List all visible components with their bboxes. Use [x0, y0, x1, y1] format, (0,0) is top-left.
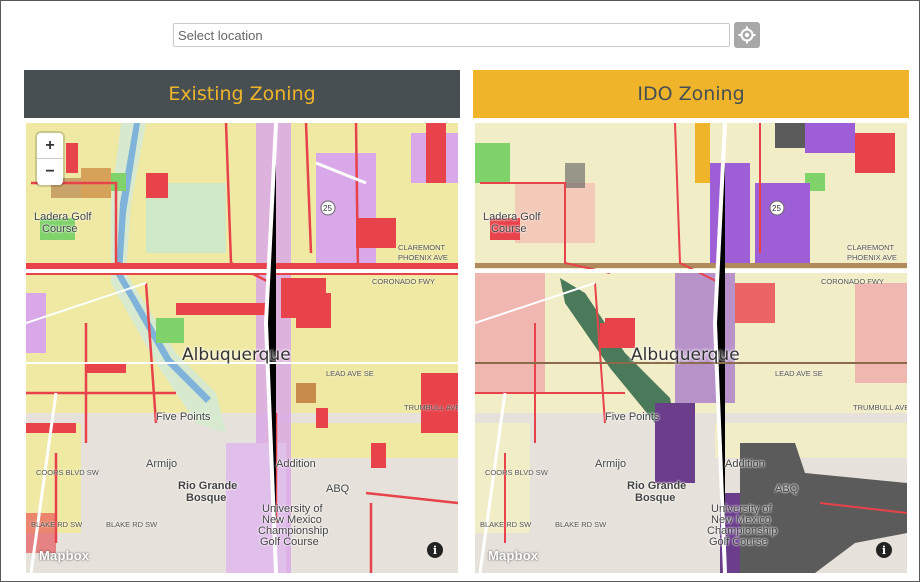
- place-label-abq: ABQ: [326, 483, 350, 495]
- road-label-claremont-2: PHOENIX AVE: [847, 253, 897, 262]
- info-icon[interactable]: i: [876, 542, 892, 558]
- mapbox-logo[interactable]: Mapbox: [488, 548, 538, 563]
- road-label-claremont-1: CLAREMONT: [398, 243, 446, 252]
- road-label-trumbull: TRUMBULL AVE: [404, 403, 458, 412]
- highway-shield-i25: 25: [323, 204, 332, 213]
- road-label-coronado: CORONADO FWY: [821, 277, 884, 286]
- road-label-lead: LEAD AVE SE: [775, 369, 823, 378]
- place-label-addition: Addition: [725, 458, 765, 470]
- road-label-coronado: CORONADO FWY: [372, 277, 435, 286]
- place-label-armijo: Armijo: [146, 458, 178, 470]
- zoom-control: + −: [37, 133, 63, 185]
- place-label-bosque: Bosque: [635, 492, 676, 504]
- road-label-blake: BLAKE RD SW: [555, 520, 607, 529]
- zoom-out-button[interactable]: −: [37, 159, 63, 185]
- locate-button[interactable]: [734, 22, 760, 48]
- place-label-five-points: Five Points: [605, 411, 660, 423]
- road-label-blake-west: BLAKE RD SW: [480, 520, 532, 529]
- road-label-lead: LEAD AVE SE: [326, 369, 374, 378]
- zoom-in-button[interactable]: +: [37, 133, 63, 159]
- road-label-trumbull: TRUMBULL AVE: [853, 403, 907, 412]
- place-label-addition: Addition: [276, 458, 316, 470]
- place-label-rio-grande: Rio Grande: [627, 480, 687, 492]
- city-label-albuquerque: Albuquerque: [182, 345, 291, 365]
- place-label-ladera-golf: Ladera Golf: [34, 211, 92, 223]
- ido-zoning-map[interactable]: Albuquerque Ladera Golf Course Five Poin…: [475, 123, 907, 573]
- existing-zoning-map[interactable]: Albuquerque Ladera Golf Course Five Poin…: [26, 123, 458, 573]
- place-label-ladera-course: Course: [42, 223, 78, 235]
- road-label-claremont-1: CLAREMONT: [847, 243, 895, 252]
- place-label-armijo: Armijo: [595, 458, 627, 470]
- road-label-coors: COORS BLVD SW: [36, 468, 99, 477]
- road-label-claremont-2: PHOENIX AVE: [398, 253, 448, 262]
- existing-zoning-header: Existing Zoning: [24, 70, 460, 118]
- place-label-bosque: Bosque: [186, 492, 227, 504]
- location-search-input[interactable]: [173, 23, 730, 47]
- road-label-blake-west: BLAKE RD SW: [31, 520, 83, 529]
- place-label-ladera-golf: Ladera Golf: [483, 211, 541, 223]
- place-label-abq: ABQ: [775, 483, 799, 495]
- ido-zoning-title: IDO Zoning: [637, 83, 745, 105]
- ido-zoning-header: IDO Zoning: [473, 70, 909, 118]
- crosshair-target-icon: [738, 26, 756, 44]
- highway-shield-i25: 25: [772, 204, 781, 213]
- place-label-ladera-course: Course: [491, 223, 527, 235]
- mapbox-logo[interactable]: Mapbox: [39, 548, 89, 563]
- info-icon[interactable]: i: [427, 542, 443, 558]
- place-label-rio-grande: Rio Grande: [178, 480, 238, 492]
- existing-zoning-title: Existing Zoning: [168, 83, 316, 105]
- place-label-unm-4: Golf Course: [709, 536, 768, 548]
- place-label-unm-4: Golf Course: [260, 536, 319, 548]
- existing-zoning-panel: Existing Zoning Albuquerque Ladera Golf …: [24, 70, 460, 573]
- place-label-five-points: Five Points: [156, 411, 211, 423]
- city-label-albuquerque: Albuquerque: [631, 345, 740, 365]
- ido-zoning-panel: IDO Zoning Albuquerque Ladera Golf Cours…: [473, 70, 909, 573]
- road-label-coors: COORS BLVD SW: [485, 468, 548, 477]
- road-label-blake: BLAKE RD SW: [106, 520, 158, 529]
